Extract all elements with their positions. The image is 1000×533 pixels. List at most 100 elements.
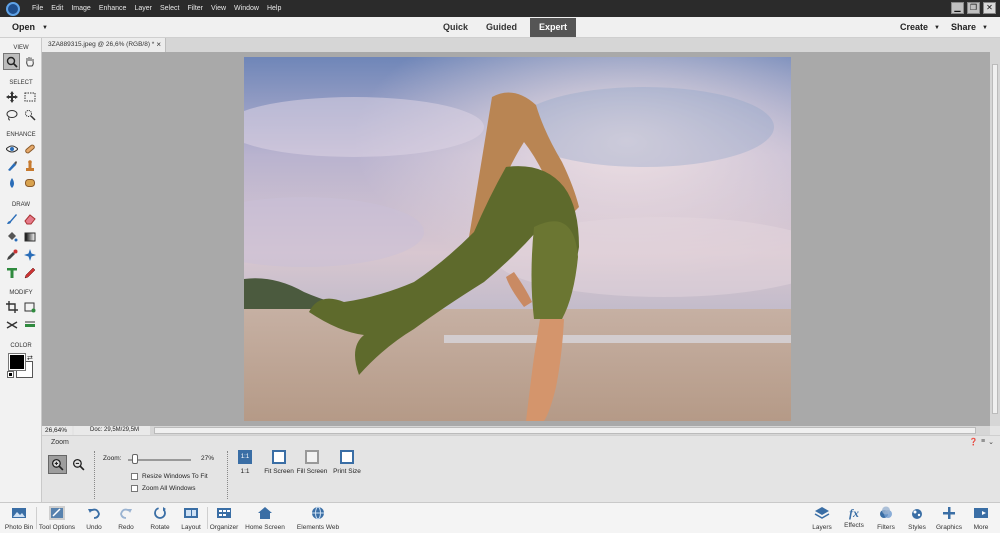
- restore-button[interactable]: ❐: [967, 2, 980, 14]
- straighten-tool-icon[interactable]: [23, 318, 37, 332]
- canvas-area[interactable]: [42, 52, 990, 426]
- document-image[interactable]: [244, 57, 791, 421]
- status-zoom-value[interactable]: 26,64%: [42, 426, 72, 435]
- effects-button[interactable]: fx Effects: [841, 505, 867, 529]
- blur-tool-icon[interactable]: [5, 176, 19, 190]
- open-button[interactable]: Open ▼: [12, 22, 48, 32]
- home-screen-label: Home Screen: [245, 524, 285, 531]
- zoom-slider-thumb[interactable]: [132, 454, 138, 464]
- content-aware-move-tool-icon[interactable]: [5, 318, 19, 332]
- zoom-value[interactable]: 27%: [201, 455, 214, 462]
- brush-tool-icon[interactable]: [5, 212, 19, 226]
- menu-layer[interactable]: Layer: [130, 5, 156, 12]
- menu-edit[interactable]: Edit: [47, 5, 67, 12]
- tab-expert[interactable]: Expert: [530, 18, 577, 37]
- chevron-down-icon: ▼: [982, 24, 988, 31]
- organizer-button[interactable]: Organizer: [208, 505, 240, 531]
- share-button[interactable]: Share ▼: [951, 22, 988, 32]
- close-tab-icon[interactable]: ×: [156, 40, 161, 49]
- checkbox-box[interactable]: [131, 473, 138, 480]
- resize-windows-checkbox[interactable]: Resize Windows To Fit: [131, 473, 208, 480]
- styles-button[interactable]: Styles: [905, 505, 929, 531]
- menu-enhance[interactable]: Enhance: [95, 5, 131, 12]
- zoom-label: Zoom:: [103, 455, 122, 462]
- menu-filter[interactable]: Filter: [183, 5, 207, 12]
- hand-tool-icon[interactable]: [23, 54, 37, 68]
- section-color-label: COLOR: [10, 343, 32, 349]
- paint-bucket-tool-icon[interactable]: [5, 230, 19, 244]
- redo-button[interactable]: Redo: [114, 505, 138, 531]
- close-button[interactable]: ✕: [983, 2, 996, 14]
- foreground-color-swatch[interactable]: [8, 353, 26, 371]
- swap-colors-icon[interactable]: ⇄: [27, 354, 33, 362]
- tab-quick[interactable]: Quick: [434, 18, 477, 37]
- eraser-tool-icon[interactable]: [23, 212, 37, 226]
- sponge-tool-icon[interactable]: [23, 176, 37, 190]
- rotate-label: Rotate: [150, 524, 170, 531]
- lasso-tool-icon[interactable]: [5, 108, 19, 122]
- type-tool-icon[interactable]: [5, 266, 19, 280]
- vertical-scroll-thumb[interactable]: [992, 64, 998, 414]
- spot-healing-tool-icon[interactable]: [23, 142, 37, 156]
- print-size-button[interactable]: Print Size: [332, 450, 362, 475]
- document-tab[interactable]: 3ZA889315.jpeg @ 26,6% (RGB/8) * ×: [42, 38, 166, 52]
- vertical-scrollbar[interactable]: [990, 52, 1000, 426]
- fit-screen-icon: [272, 450, 286, 464]
- help-icon[interactable]: ❓: [969, 438, 978, 446]
- photo-bin-button[interactable]: Photo Bin: [4, 505, 34, 531]
- fill-screen-button[interactable]: Fill Screen: [296, 450, 328, 475]
- menu-window[interactable]: Window: [230, 5, 263, 12]
- checkbox-box[interactable]: [131, 485, 138, 492]
- quick-selection-tool-icon[interactable]: [23, 108, 37, 122]
- layers-button[interactable]: Layers: [810, 505, 834, 531]
- red-eye-tool-icon[interactable]: [5, 142, 19, 156]
- undo-button[interactable]: Undo: [82, 505, 106, 531]
- menu-help[interactable]: Help: [263, 5, 285, 12]
- menu-image[interactable]: Image: [67, 5, 94, 12]
- plus-icon: [943, 507, 955, 519]
- filters-button[interactable]: Filters: [873, 505, 899, 531]
- options-menu-icon[interactable]: ≡: [981, 438, 985, 446]
- gradient-tool-icon[interactable]: [23, 230, 37, 244]
- tool-options-button[interactable]: Tool Options: [38, 505, 76, 531]
- menu-bar: File Edit Image Enhance Layer Select Fil…: [0, 0, 1000, 17]
- minimize-button[interactable]: ▁: [951, 2, 964, 14]
- marquee-tool-icon[interactable]: [23, 90, 37, 104]
- print-size-icon: [340, 450, 354, 464]
- layout-button[interactable]: Layout: [178, 505, 204, 531]
- menu-view[interactable]: View: [207, 5, 230, 12]
- zoom-out-tool-icon[interactable]: [69, 455, 88, 474]
- custom-shape-tool-icon[interactable]: [23, 248, 37, 262]
- crop-tool-icon[interactable]: [5, 300, 19, 314]
- zoom-in-tool-icon[interactable]: [48, 455, 67, 474]
- default-colors-icon[interactable]: [7, 371, 14, 378]
- zoom-all-windows-checkbox[interactable]: Zoom All Windows: [131, 485, 195, 492]
- pencil-tool-icon[interactable]: [23, 266, 37, 280]
- fit-screen-button[interactable]: Fit Screen: [262, 450, 296, 475]
- recompose-tool-icon[interactable]: [23, 300, 37, 314]
- fill-screen-icon: [305, 450, 319, 464]
- home-screen-button[interactable]: Home Screen: [244, 505, 286, 531]
- color-picker-tool-icon[interactable]: [5, 248, 19, 262]
- clone-stamp-tool-icon[interactable]: [23, 159, 37, 173]
- zoom-tool-icon[interactable]: [3, 53, 20, 70]
- create-button[interactable]: Create ▼: [900, 22, 940, 32]
- more-button[interactable]: More: [970, 505, 992, 531]
- elements-web-button[interactable]: Elements Web: [296, 505, 340, 531]
- menu-select[interactable]: Select: [156, 5, 183, 12]
- horizontal-scroll-thumb[interactable]: [154, 427, 976, 434]
- collapse-icon[interactable]: ⌄: [988, 438, 994, 446]
- rotate-button[interactable]: Rotate: [146, 505, 174, 531]
- graphics-button[interactable]: Graphics: [935, 505, 963, 531]
- horizontal-scrollbar[interactable]: [150, 426, 990, 435]
- layout-icon: [184, 508, 198, 518]
- styles-icon: [912, 509, 922, 519]
- smart-brush-tool-icon[interactable]: [5, 159, 19, 173]
- menu-file[interactable]: File: [28, 5, 47, 12]
- move-tool-icon[interactable]: [5, 90, 19, 104]
- one-to-one-button[interactable]: 1:1 1:1: [237, 450, 253, 475]
- print-size-label: Print Size: [333, 468, 361, 475]
- tab-guided[interactable]: Guided: [477, 18, 526, 37]
- toolbox: VIEW SELECT ENHANCE DRAW MODIFY COLOR ⇄: [0, 38, 42, 502]
- zoom-all-windows-label: Zoom All Windows: [142, 485, 196, 492]
